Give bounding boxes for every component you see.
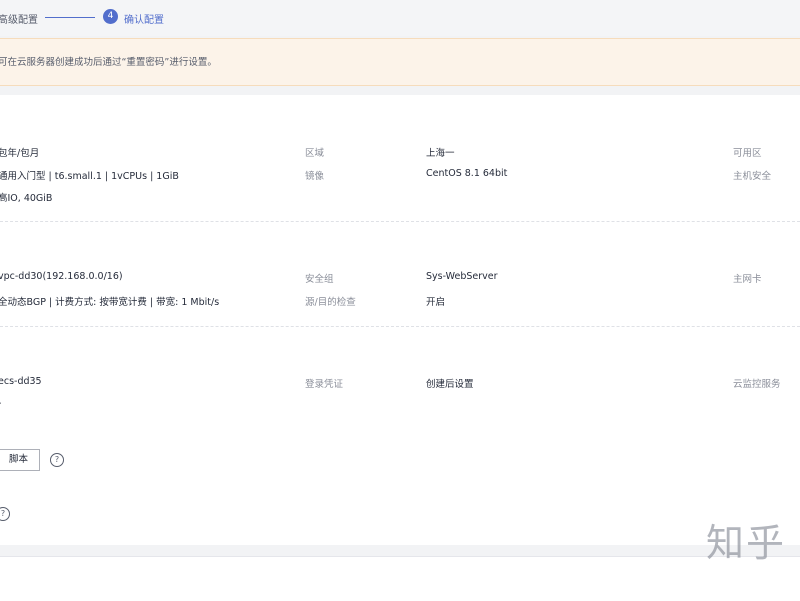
- src-dst-check-value: 开启: [426, 297, 446, 308]
- vpc-value: vpc-dd30(192.168.0.0/16): [0, 271, 123, 282]
- security-group-value: Sys-WebServer: [426, 271, 498, 282]
- bottom-action-bar: [0, 556, 800, 601]
- host-security-label: 主机安全: [733, 171, 772, 182]
- step-advanced-config[interactable]: 高级配置: [0, 11, 38, 26]
- billing-mode-value: 包年/包月: [0, 148, 40, 159]
- availability-zone-label: 可用区: [733, 148, 762, 159]
- instance-name-value: ecs-dd35: [0, 376, 42, 387]
- login-credential-value: 创建后设置: [426, 379, 474, 390]
- login-credential-label: 登录凭证: [305, 379, 344, 390]
- flavor-value: 通用入门型 | t6.small.1 | 1vCPUs | 1GiB: [0, 171, 179, 182]
- section-divider: [0, 326, 800, 327]
- src-dst-check-label: 源/目的检查: [305, 297, 356, 308]
- help-icon[interactable]: ?: [0, 507, 10, 521]
- region-label: 区域: [305, 148, 325, 159]
- cloud-monitor-label: 云监控服务: [733, 379, 781, 390]
- script-button[interactable]: 脚本: [0, 449, 40, 471]
- region-value: 上海一: [426, 148, 455, 159]
- image-label: 镜像: [305, 171, 325, 182]
- password-notice: 可在云服务器创建成功后通过“重置密码”进行设置。: [0, 38, 800, 86]
- system-disk-value: 高IO, 40GiB: [0, 193, 53, 204]
- eip-value: 全动态BGP | 计费方式: 按带宽计费 | 带宽: 1 Mbit/s: [0, 297, 220, 308]
- step-confirm-config: 确认配置: [124, 15, 164, 26]
- config-summary-card: 包年/包月 通用入门型 | t6.small.1 | 1vCPUs | 1GiB…: [0, 95, 800, 545]
- step-connector: [45, 17, 95, 18]
- notice-text: 可在云服务器创建成功后通过“重置密码”进行设置。: [0, 57, 217, 68]
- image-value: CentOS 8.1 64bit: [426, 168, 508, 179]
- step-indicator: 高级配置 4 确认配置: [0, 0, 800, 36]
- zhihu-watermark: 知乎: [706, 521, 787, 565]
- instance-empty-value: -: [0, 398, 1, 409]
- section-divider: [0, 221, 800, 222]
- primary-nic-label: 主网卡: [733, 274, 762, 285]
- security-group-label: 安全组: [305, 274, 334, 285]
- script-help-icon[interactable]: ?: [50, 453, 64, 467]
- step-number-badge: 4: [103, 9, 118, 24]
